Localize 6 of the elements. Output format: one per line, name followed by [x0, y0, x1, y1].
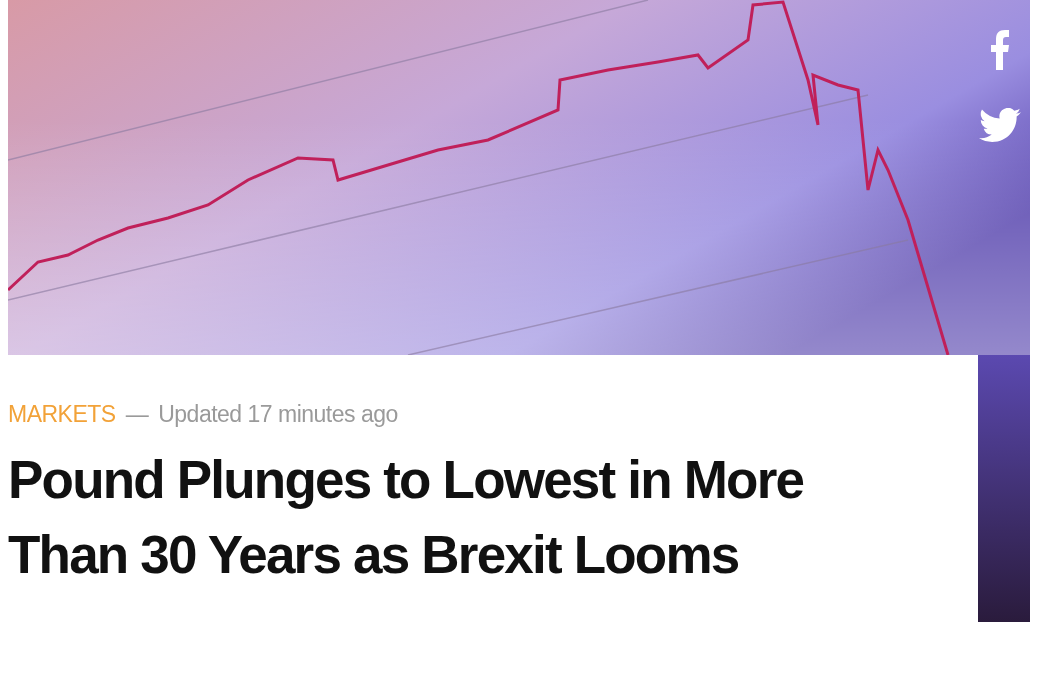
category-label[interactable]: MARKETS — [8, 401, 116, 428]
headline: Pound Plunges to Lowest in More Than 30 Years as Brexit Looms — [8, 449, 805, 586]
separator: — — [125, 401, 149, 428]
facebook-icon[interactable] — [990, 30, 1010, 70]
updated-time: Updated 17 minutes ago — [158, 401, 398, 428]
bird-icon[interactable] — [979, 108, 1021, 143]
